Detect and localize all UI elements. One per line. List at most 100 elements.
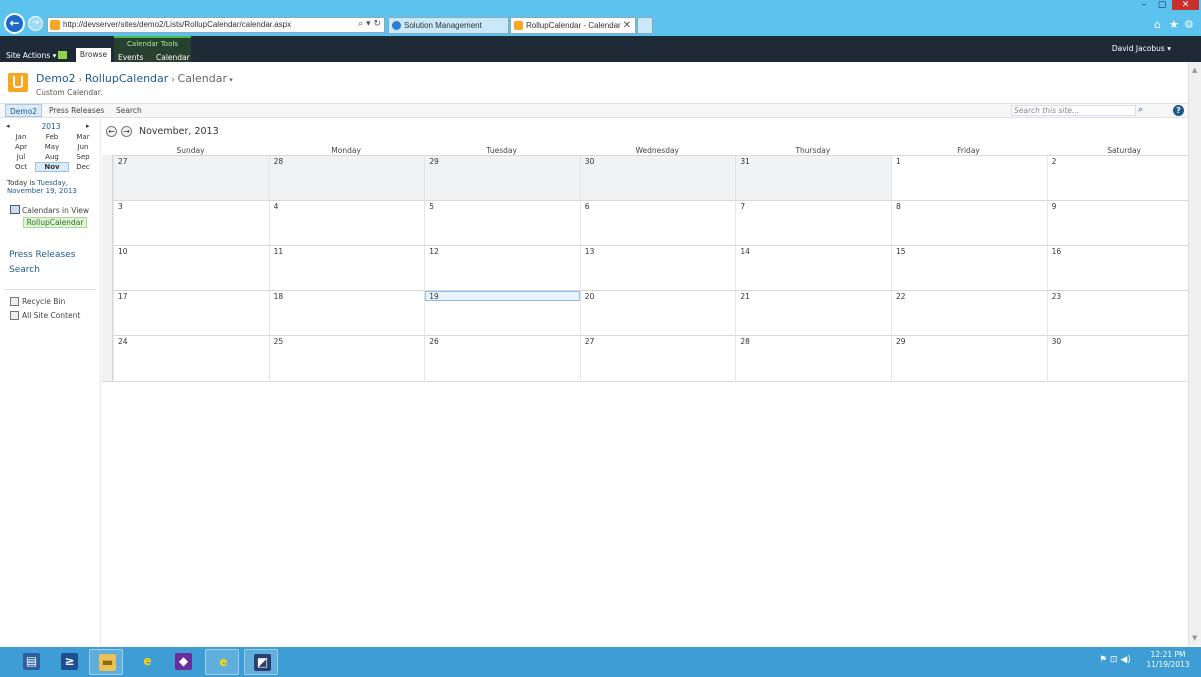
calendar-day-cell[interactable]: 2 xyxy=(1046,155,1201,200)
tab-browse[interactable]: Browse xyxy=(76,48,111,62)
month-mar[interactable]: Mar xyxy=(68,132,98,142)
month-feb[interactable]: Feb xyxy=(35,132,69,142)
favorites-icon[interactable]: ★ xyxy=(1169,18,1179,31)
calendar-day-cell[interactable]: 22 xyxy=(891,290,1047,335)
topnav-item-search[interactable]: Search xyxy=(116,106,142,115)
day-number[interactable]: 30 xyxy=(1052,337,1062,346)
site-logo-icon[interactable] xyxy=(8,73,28,92)
day-number[interactable]: 28 xyxy=(740,337,750,346)
next-month-button[interactable]: → xyxy=(121,126,132,137)
leftnav-link-press-releases[interactable]: Press Releases xyxy=(9,250,75,260)
taskbar-server-manager[interactable]: ▤ xyxy=(14,649,48,675)
taskbar-internet-explorer-2[interactable]: e xyxy=(205,649,239,675)
day-number[interactable]: 16 xyxy=(1052,247,1062,256)
next-year-icon[interactable]: ▸ xyxy=(86,122,90,130)
day-number[interactable]: 29 xyxy=(429,157,439,166)
close-tab-icon[interactable]: ✕ xyxy=(623,18,631,33)
day-number[interactable]: 30 xyxy=(585,157,595,166)
calendar-day-cell[interactable]: 1 xyxy=(891,155,1047,200)
edit-page-icon[interactable] xyxy=(58,51,67,59)
address-controls[interactable]: ⌕ ▾ ↻ xyxy=(358,19,381,29)
taskbar-file-explorer[interactable]: ▬ xyxy=(89,649,123,675)
day-number[interactable]: 22 xyxy=(896,292,906,301)
day-number[interactable]: 9 xyxy=(1052,202,1057,211)
calendar-day-cell[interactable]: 19 xyxy=(424,290,580,335)
system-tray-icons[interactable]: ⚑ ⊡ ◀) xyxy=(1099,655,1131,665)
day-number[interactable]: 11 xyxy=(274,247,284,256)
calendar-day-cell[interactable]: 17 xyxy=(113,290,269,335)
user-menu[interactable]: David Jacobus ▾ xyxy=(1112,44,1171,53)
topnav-item-demo2[interactable]: Demo2 xyxy=(5,104,43,117)
breadcrumb-calendar-view[interactable]: Calendar xyxy=(178,72,227,85)
calendar-day-cell[interactable]: 3 xyxy=(113,200,269,245)
calendar-day-cell[interactable]: 7 xyxy=(735,200,891,245)
calendar-day-cell[interactable]: 20 xyxy=(579,290,736,335)
calendar-day-cell[interactable]: 29 xyxy=(424,155,580,200)
site-actions-menu[interactable]: Site Actions ▾ xyxy=(6,51,56,60)
month-jul[interactable]: Jul xyxy=(6,152,36,162)
day-number[interactable]: 29 xyxy=(896,337,906,346)
address-bar[interactable]: http://devserver/sites/demo2/Lists/Rollu… xyxy=(47,17,385,33)
day-number[interactable]: 23 xyxy=(1052,292,1062,301)
tab-events[interactable]: Events xyxy=(118,53,143,62)
calendar-day-cell[interactable]: 23 xyxy=(1046,290,1201,335)
calendar-day-cell[interactable]: 26 xyxy=(424,335,580,380)
calendar-day-cell[interactable]: 25 xyxy=(268,335,425,380)
calendar-day-cell[interactable]: 14 xyxy=(735,245,891,290)
clock[interactable]: 12:21 PM 11/19/2013 xyxy=(1146,650,1190,670)
day-number[interactable]: 31 xyxy=(740,157,750,166)
day-number[interactable]: 19 xyxy=(429,292,439,301)
day-number[interactable]: 28 xyxy=(274,157,284,166)
day-number[interactable]: 13 xyxy=(585,247,595,256)
tab-rollup-calendar[interactable]: RollupCalendar - Calendar ✕ xyxy=(510,17,636,34)
calendar-day-cell[interactable]: 8 xyxy=(891,200,1047,245)
day-number[interactable]: 1 xyxy=(896,157,901,166)
calendar-day-cell[interactable]: 29 xyxy=(891,335,1047,380)
date-picker-year[interactable]: 2013 xyxy=(7,122,95,131)
recycle-bin-link[interactable]: Recycle Bin xyxy=(22,297,65,306)
day-number[interactable]: 26 xyxy=(429,337,439,346)
day-number[interactable]: 10 xyxy=(118,247,128,256)
taskbar-remote-desktop[interactable]: ◩ xyxy=(244,649,278,675)
home-icon[interactable]: ⌂ xyxy=(1154,18,1161,31)
day-number[interactable]: 15 xyxy=(896,247,906,256)
taskbar-visual-studio[interactable]: ◆ xyxy=(166,649,200,675)
leftnav-link-search[interactable]: Search xyxy=(9,265,40,275)
search-input[interactable]: Search this site... xyxy=(1011,105,1136,116)
day-number[interactable]: 21 xyxy=(740,292,750,301)
month-nov[interactable]: Nov xyxy=(35,162,69,172)
day-number[interactable]: 17 xyxy=(118,292,128,301)
maximize-button[interactable]: ▢ xyxy=(1153,0,1171,10)
calendar-day-cell[interactable]: 5 xyxy=(424,200,580,245)
day-number[interactable]: 5 xyxy=(429,202,434,211)
vertical-scrollbar[interactable]: ▲ ▼ xyxy=(1188,62,1201,646)
breadcrumb-rollupcalendar[interactable]: RollupCalendar xyxy=(85,72,168,85)
calendar-day-cell[interactable]: 28 xyxy=(268,155,425,200)
month-jun[interactable]: Jun xyxy=(68,142,98,152)
calendar-day-cell[interactable]: 10 xyxy=(113,245,269,290)
search-icon[interactable]: ⌕ xyxy=(1138,105,1143,115)
day-number[interactable]: 27 xyxy=(118,157,128,166)
calendar-day-cell[interactable]: 13 xyxy=(579,245,736,290)
calendar-in-view-item[interactable]: RollupCalendar xyxy=(23,217,87,228)
calendar-day-cell[interactable]: 11 xyxy=(268,245,425,290)
calendar-day-cell[interactable]: 21 xyxy=(735,290,891,335)
forward-button[interactable]: → xyxy=(28,16,43,31)
calendar-day-cell[interactable]: 28 xyxy=(735,335,891,380)
month-oct[interactable]: Oct xyxy=(6,162,36,172)
taskbar-internet-explorer[interactable]: e xyxy=(130,649,164,675)
month-aug[interactable]: Aug xyxy=(35,152,69,162)
calendar-day-cell[interactable]: 16 xyxy=(1046,245,1201,290)
tab-solution-management[interactable]: Solution Management xyxy=(388,17,509,34)
month-jan[interactable]: Jan xyxy=(6,132,36,142)
day-number[interactable]: 24 xyxy=(118,337,128,346)
day-number[interactable]: 18 xyxy=(274,292,284,301)
day-number[interactable]: 14 xyxy=(740,247,750,256)
day-number[interactable]: 2 xyxy=(1052,157,1057,166)
calendar-day-cell[interactable]: 18 xyxy=(268,290,425,335)
settings-icon[interactable]: ⚙ xyxy=(1184,18,1194,31)
day-number[interactable]: 4 xyxy=(274,202,279,211)
calendar-day-cell[interactable]: 30 xyxy=(579,155,736,200)
calendar-day-cell[interactable]: 6 xyxy=(579,200,736,245)
all-site-content-link[interactable]: All Site Content xyxy=(22,311,80,320)
